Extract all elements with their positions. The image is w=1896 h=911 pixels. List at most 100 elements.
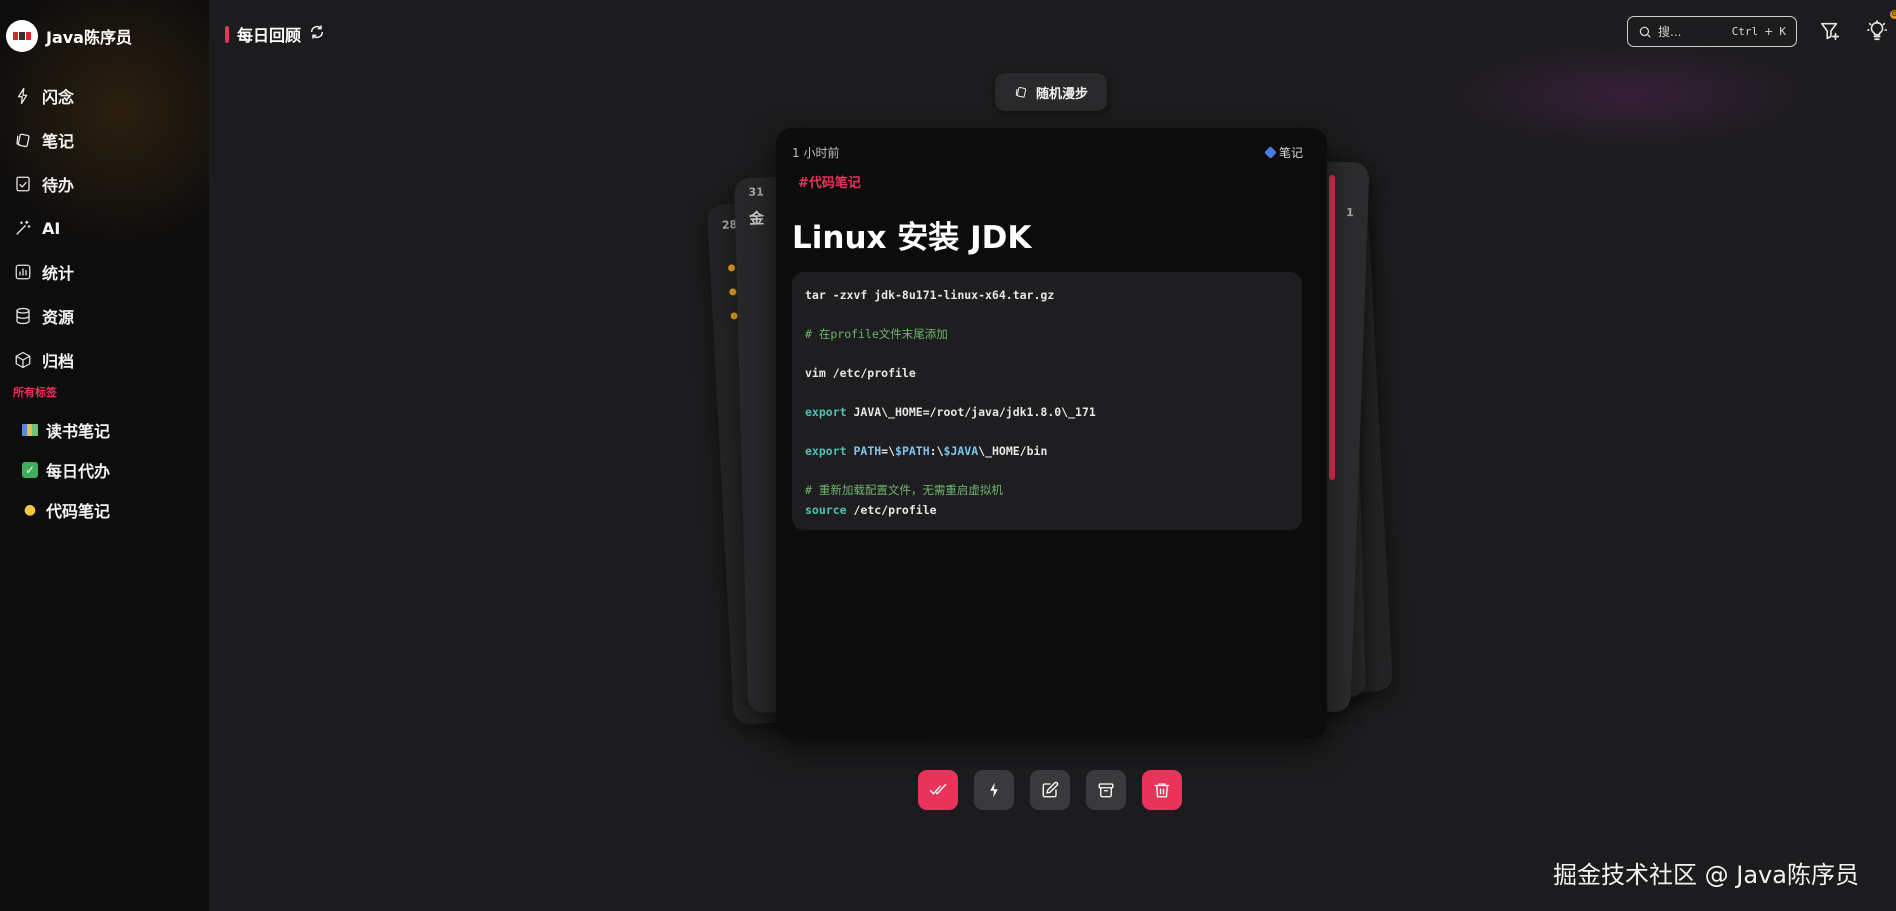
code-comment: # 重新加载配置文件，无需重启虚拟机	[805, 483, 1003, 497]
tag-item-code-notes[interactable]: ● 代码笔记	[22, 490, 110, 530]
sidebar-item-archive[interactable]: 归档	[14, 338, 74, 382]
sidebar-item-notes[interactable]: 笔记	[14, 118, 74, 162]
sidebar-item-label: 待办	[42, 176, 75, 195]
code-text: /etc/profile	[846, 502, 937, 517]
notification-badge: G	[1890, 10, 1896, 19]
tag-item-label: 每日代办	[46, 462, 111, 481]
code-line: tar -zxvf jdk-8u171-linux-x64.tar.gz	[805, 288, 1055, 302]
code-variable: PATH	[846, 444, 882, 458]
tags-section-title: 所有标签	[13, 386, 57, 399]
books-icon	[22, 422, 38, 438]
brand-name: Java陈序员	[46, 28, 132, 47]
box-icon	[15, 351, 31, 369]
code-line: export JAVA\_HOME=/root/java/jdk1.8.0\_1…	[805, 403, 1289, 423]
shortcut-plus: +	[1764, 25, 1774, 38]
code-variable: $PATH	[895, 444, 930, 458]
sidebar-item-label: AI	[42, 218, 61, 238]
back-card-title: 金	[748, 209, 765, 228]
search-placeholder: 搜...	[1658, 25, 1682, 39]
sidebar: Java陈序员 闪念 笔记 待办 AI 统计 资源 归档 所有标签 读书笔记 ✓…	[0, 0, 209, 911]
sidebar-item-resources[interactable]: 资源	[14, 294, 74, 338]
brand[interactable]: Java陈序员	[6, 20, 132, 52]
tag-item-reading[interactable]: 读书笔记	[22, 410, 110, 450]
back-card-date: 31	[748, 185, 764, 199]
code-text: \_HOME/bin	[978, 444, 1048, 458]
theme-toggle-button[interactable]	[1866, 20, 1888, 42]
sidebar-item-label: 闪念	[42, 88, 75, 107]
title-accent-bar	[225, 25, 229, 43]
lightning-icon	[990, 782, 998, 798]
mark-reviewed-button[interactable]	[918, 770, 958, 810]
filter-button[interactable]	[1819, 20, 1841, 42]
sidebar-item-label: 笔记	[42, 132, 75, 151]
random-walk-label: 随机漫步	[1035, 86, 1088, 102]
sidebar-item-label: 统计	[42, 264, 75, 283]
tag-item-label: 读书笔记	[46, 422, 111, 441]
database-icon	[16, 307, 30, 325]
status-dot	[727, 264, 736, 272]
card-tag[interactable]: #代码笔记	[798, 172, 861, 191]
trash-icon	[1154, 783, 1170, 798]
lightning-icon	[17, 87, 28, 105]
card-actions	[918, 770, 1182, 810]
chart-icon	[15, 264, 31, 280]
code-variable: $JAVA	[943, 444, 979, 458]
cards-icon	[1015, 86, 1027, 98]
archive-icon	[1098, 783, 1114, 798]
card-title: Linux 安装 JDK	[792, 220, 1032, 256]
filter-icon	[1820, 22, 1840, 41]
review-card[interactable]: 1 小时前 笔记 #代码笔记 Linux 安装 JDK tar -zxvf jd…	[776, 128, 1327, 738]
back-card-accent-strip	[1329, 175, 1335, 480]
card-type-label: 笔记	[1278, 146, 1303, 160]
card-timestamp: 1 小时前	[792, 146, 840, 160]
page-title-text: 每日回顾	[237, 26, 302, 45]
double-check-icon	[929, 784, 947, 795]
archive-button[interactable]	[1086, 770, 1126, 810]
delete-button[interactable]	[1142, 770, 1182, 810]
check-box-icon: ✓	[22, 462, 38, 478]
shortcut-ctrl: Ctrl	[1731, 25, 1759, 38]
status-dot	[729, 288, 737, 296]
shortcut-k: K	[1779, 25, 1786, 38]
tag-item-daily-todo[interactable]: ✓ 每日代办	[22, 450, 110, 490]
back-card-date: 1	[1345, 206, 1355, 220]
flash-button[interactable]	[974, 770, 1014, 810]
brand-logo-icon	[13, 32, 31, 40]
cards-icon	[16, 133, 30, 148]
code-keyword: export	[805, 405, 847, 419]
tag-list: 读书笔记 ✓ 每日代办 ● 代码笔记	[22, 410, 110, 530]
bulb-outline-icon	[1867, 20, 1887, 41]
sidebar-item-flash[interactable]: 闪念	[14, 74, 74, 118]
checklist-icon	[16, 176, 30, 192]
edit-icon	[1042, 781, 1059, 798]
sidebar-item-label: 归档	[42, 352, 75, 371]
sidebar-item-ai[interactable]: AI	[14, 206, 74, 250]
refresh-icon[interactable]	[309, 24, 325, 44]
sidebar-nav: 闪念 笔记 待办 AI 统计 资源 归档	[14, 74, 74, 382]
code-line: export PATH=\$PATH:\$JAVA\_HOME/bin	[805, 442, 1289, 462]
search-icon	[1639, 26, 1651, 38]
edit-button[interactable]	[1030, 770, 1070, 810]
code-comment: # 在profile文件末尾添加	[805, 327, 948, 341]
code-line: vim /etc/profile	[805, 366, 916, 380]
background-glow	[1440, 40, 1820, 150]
diamond-icon	[1264, 146, 1277, 159]
code-line: source /etc/profile	[805, 501, 1289, 521]
sidebar-item-label: 资源	[42, 308, 75, 327]
random-walk-button[interactable]: 随机漫步	[995, 73, 1107, 111]
watermark: 掘金技术社区 @ Java陈序员	[1553, 861, 1859, 889]
code-keyword: export	[805, 444, 847, 458]
code-text: JAVA\_HOME=/root/java/jdk1.8.0\_171	[846, 405, 1096, 419]
sidebar-item-stats[interactable]: 统计	[14, 250, 74, 294]
tag-item-label: 代码笔记	[46, 502, 111, 521]
sidebar-item-todo[interactable]: 待办	[14, 162, 74, 206]
avatar	[6, 20, 38, 52]
code-text: =\	[881, 444, 896, 458]
magic-wand-icon	[16, 220, 31, 235]
page-title: 每日回顾	[225, 22, 325, 46]
